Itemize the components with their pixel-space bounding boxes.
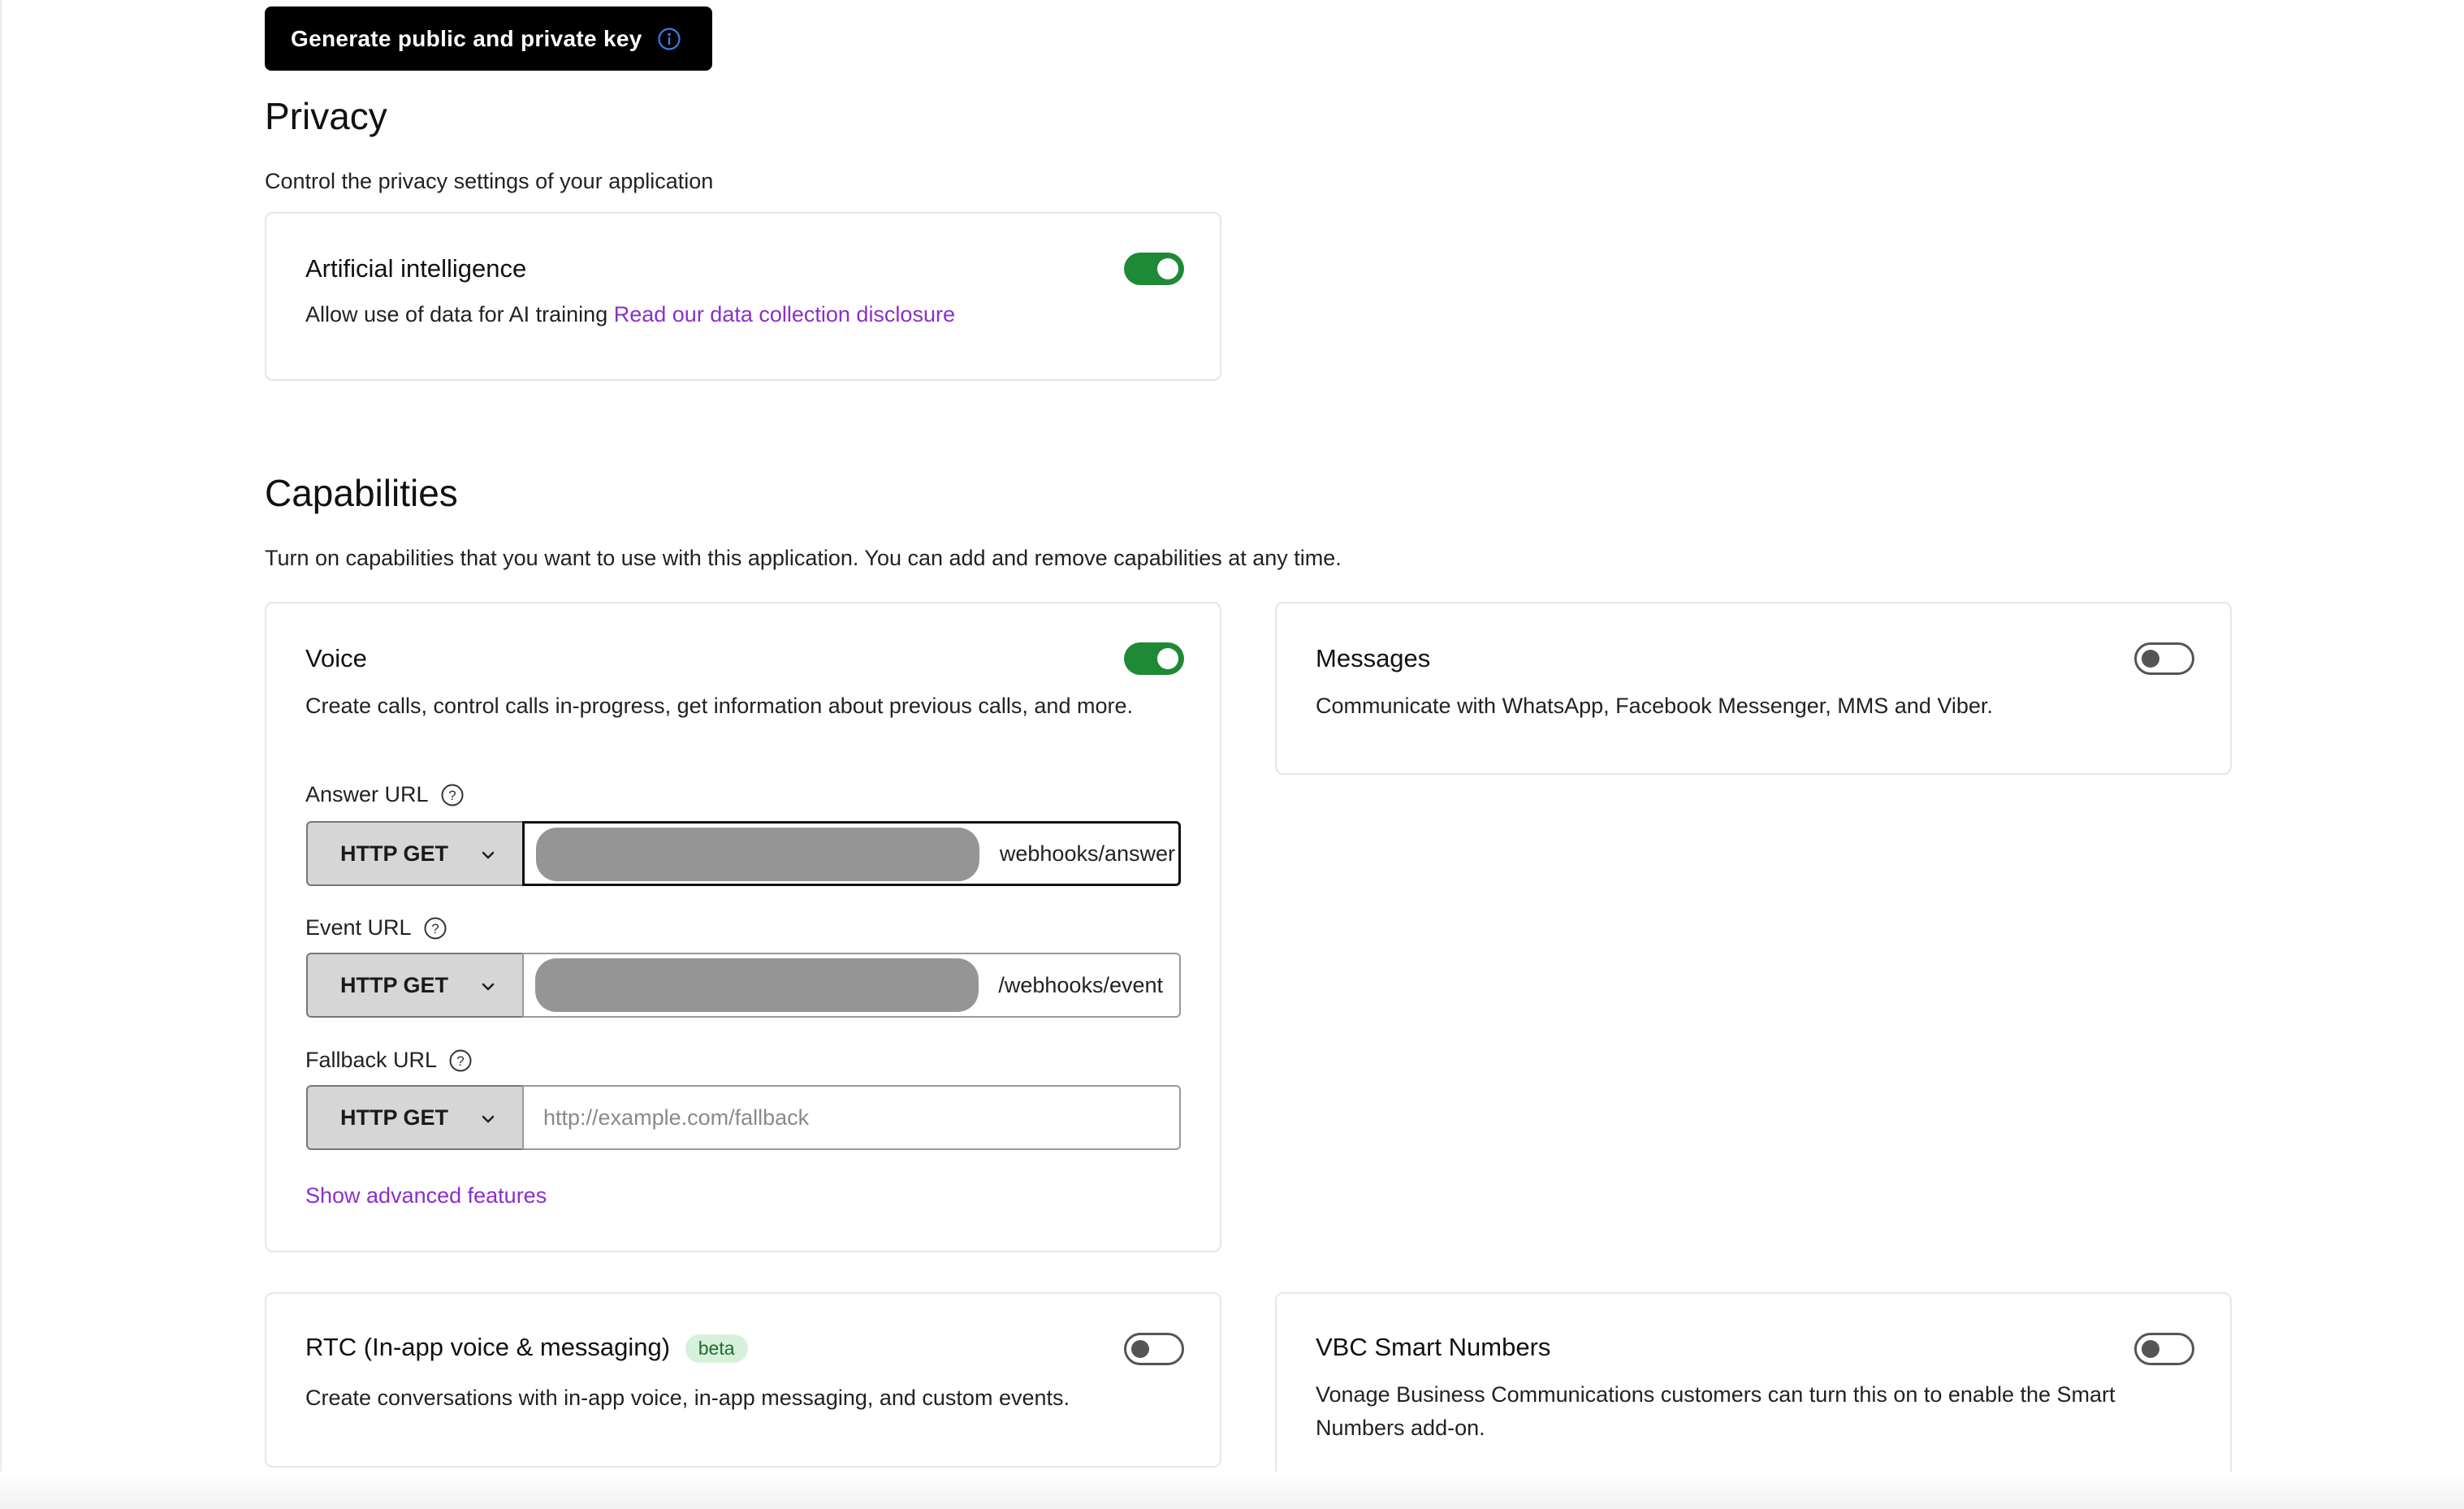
left-border — [0, 0, 2, 1509]
messages-card-title: Messages — [1316, 644, 1431, 672]
event-url-method-value: HTTP GET — [340, 972, 449, 997]
application-settings-page: Generate public and private key Privacy … — [0, 0, 2464, 1509]
fallback-url-method-select[interactable]: HTTP GET — [306, 1085, 524, 1150]
show-advanced-features-link[interactable]: Show advanced features — [305, 1179, 547, 1213]
event-url-help-icon[interactable]: ? — [423, 916, 447, 940]
fallback-url-placeholder: http://example.com/fallback — [543, 1105, 810, 1130]
ai-card-title: Artificial intelligence — [305, 254, 527, 283]
ai-description-text: Allow use of data for AI training — [305, 302, 608, 326]
generate-keys-button[interactable]: Generate public and private key — [265, 6, 712, 71]
event-url-input[interactable]: /webhooks/event — [522, 953, 1181, 1018]
svg-text:?: ? — [456, 1053, 464, 1069]
fallback-url-input[interactable]: http://example.com/fallback — [522, 1085, 1181, 1150]
capabilities-subtitle: Turn on capabilities that you want to us… — [265, 546, 1342, 570]
toggle-knob — [2142, 650, 2159, 668]
rtc-card-title: RTC (In-app voice & messaging) — [305, 1333, 671, 1361]
event-url-label-text: Event URL — [305, 915, 412, 940]
vbc-smart-numbers-card: VBC Smart Numbers Vonage Business Commun… — [1275, 1292, 2232, 1498]
toggle-knob — [2142, 1340, 2159, 1358]
fallback-url-help-icon[interactable]: ? — [448, 1049, 473, 1073]
svg-text:?: ? — [448, 788, 456, 803]
rtc-card: RTC (In-app voice & messaging) beta Crea… — [265, 1292, 1221, 1468]
redacted-url-host — [535, 958, 979, 1012]
privacy-heading: Privacy — [265, 95, 387, 137]
redacted-url-host — [536, 828, 979, 881]
privacy-subtitle: Control the privacy settings of your app… — [265, 169, 714, 193]
answer-url-method-value: HTTP GET — [340, 841, 449, 866]
toggle-knob — [1157, 258, 1178, 279]
fallback-url-field-group: HTTP GET http://example.com/fallback — [306, 1085, 1181, 1150]
fallback-url-method-value: HTTP GET — [340, 1105, 449, 1130]
voice-card: Voice Create calls, control calls in-pro… — [265, 602, 1221, 1252]
generate-keys-label: Generate public and private key — [291, 25, 642, 51]
answer-url-input[interactable]: webhooks/answer — [522, 821, 1181, 886]
voice-card-description: Create calls, control calls in-progress,… — [305, 694, 1133, 718]
rtc-card-description: Create conversations with in-app voice, … — [305, 1386, 1070, 1410]
event-url-label: Event URL ? — [305, 915, 447, 940]
messages-toggle[interactable] — [2134, 642, 2194, 675]
answer-url-help-icon[interactable]: ? — [440, 783, 465, 807]
vbc-card-title: VBC Smart Numbers — [1316, 1333, 1551, 1361]
toggle-knob — [1157, 648, 1178, 669]
bottom-shadow — [0, 1472, 2464, 1509]
event-url-field-group: HTTP GET /webhooks/event — [306, 953, 1181, 1018]
chevron-down-icon — [482, 851, 495, 859]
messages-card: Messages Communicate with WhatsApp, Face… — [1275, 602, 2232, 775]
answer-url-label-text: Answer URL — [305, 782, 429, 806]
info-icon[interactable] — [657, 27, 681, 51]
data-collection-disclosure-link[interactable]: Read our data collection disclosure — [614, 302, 955, 326]
answer-url-method-select[interactable]: HTTP GET — [306, 821, 524, 886]
rtc-card-title-row: RTC (In-app voice & messaging) beta — [305, 1333, 748, 1364]
capabilities-heading: Capabilities — [265, 472, 458, 514]
answer-url-value: webhooks/answer — [999, 841, 1175, 866]
event-url-method-select[interactable]: HTTP GET — [306, 953, 524, 1018]
rtc-toggle[interactable] — [1124, 1333, 1184, 1365]
voice-card-title: Voice — [305, 644, 367, 672]
fallback-url-label: Fallback URL ? — [305, 1048, 473, 1073]
messages-card-description: Communicate with WhatsApp, Facebook Mess… — [1316, 694, 1993, 718]
svg-text:?: ? — [431, 921, 439, 936]
chevron-down-icon — [482, 983, 495, 991]
answer-url-field-group: HTTP GET webhooks/answer — [306, 821, 1181, 886]
ai-training-toggle[interactable] — [1124, 253, 1184, 285]
vbc-card-description: Vonage Business Communications customers… — [1316, 1382, 2116, 1440]
chevron-down-icon — [482, 1115, 495, 1123]
toggle-knob — [1131, 1340, 1149, 1358]
fallback-url-label-text: Fallback URL — [305, 1048, 438, 1072]
ai-card-description: Allow use of data for AI training Read o… — [305, 298, 955, 331]
event-url-value: /webhooks/event — [998, 972, 1163, 997]
ai-privacy-card: Artificial intelligence Allow use of dat… — [265, 212, 1221, 381]
answer-url-label: Answer URL ? — [305, 782, 465, 807]
beta-badge: beta — [685, 1334, 748, 1364]
vbc-toggle[interactable] — [2134, 1333, 2194, 1365]
voice-toggle[interactable] — [1124, 642, 1184, 675]
